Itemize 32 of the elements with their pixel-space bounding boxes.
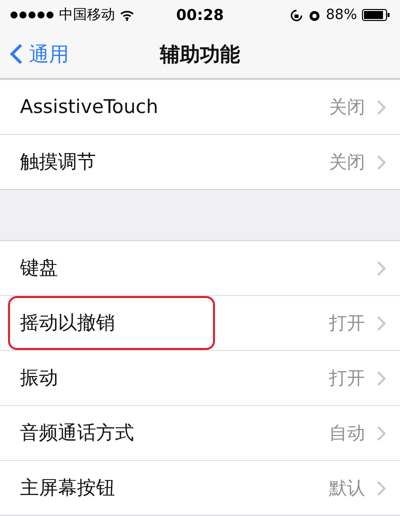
nav-title: 辅助功能	[160, 40, 240, 68]
row-value: 关闭	[329, 151, 365, 174]
clock-time: 00:28	[176, 6, 224, 24]
row-label: 振动	[19, 366, 59, 391]
row-value: 打开	[329, 367, 365, 390]
row-value: 打开	[329, 312, 365, 335]
chevron-icon	[377, 316, 386, 330]
chevron-icon	[377, 154, 386, 170]
row-label: 主屏幕按钮	[19, 476, 116, 501]
highlighted-row-label: 摇动以撤销	[8, 296, 215, 350]
chevron-icon	[377, 100, 386, 114]
back-button[interactable]: 通用	[0, 40, 69, 68]
settings-row[interactable]: 摇动以撤销 打开	[0, 296, 400, 351]
carrier-name: 中国移动	[59, 6, 115, 24]
row-label: AssistiveTouch	[19, 95, 160, 120]
row-label: 触摸调节	[19, 150, 97, 175]
row-value: 自动	[329, 422, 365, 445]
signal-icon	[10, 11, 54, 19]
chevron-icon	[377, 370, 386, 386]
row-value: 关闭	[329, 96, 365, 119]
wifi-icon	[120, 10, 134, 20]
back-chevron-icon	[10, 43, 23, 65]
alarm-icon	[308, 8, 321, 22]
battery-percent: 88%	[326, 7, 357, 23]
battery-icon	[362, 9, 390, 21]
chevron-icon	[377, 426, 386, 440]
row-value: 默认	[329, 477, 365, 500]
chevron-icon	[377, 260, 386, 276]
rotation-lock-icon	[290, 8, 303, 22]
row-label: 键盘	[19, 256, 59, 281]
row-label: 音频通话方式	[19, 421, 135, 446]
chevron-icon	[377, 480, 386, 496]
